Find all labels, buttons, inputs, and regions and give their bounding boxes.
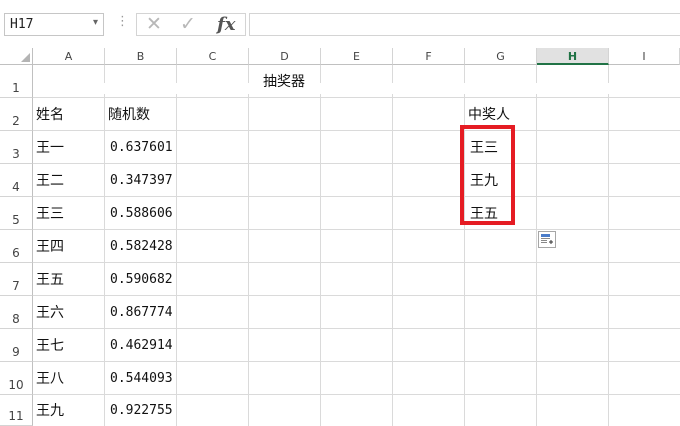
name-box-value: H17	[10, 17, 34, 32]
random-cell[interactable]: 0.582428	[110, 238, 173, 256]
paste-options-glyph	[541, 234, 553, 244]
row-header-7[interactable]: 7	[0, 263, 33, 296]
row-header-8[interactable]: 8	[0, 296, 33, 329]
gridline	[464, 65, 465, 426]
gridline	[104, 65, 105, 426]
column-header-d[interactable]: D	[249, 48, 321, 65]
gridline	[536, 65, 537, 426]
random-cell[interactable]: 0.637601	[110, 139, 173, 157]
gridline	[33, 163, 680, 164]
merged-title-area[interactable]	[34, 83, 680, 94]
column-header-b[interactable]: B	[105, 48, 177, 65]
random-cell[interactable]: 0.544093	[110, 370, 173, 388]
name-cell[interactable]: 王五	[36, 271, 64, 289]
formula-input[interactable]	[249, 13, 680, 36]
row-number: 11	[8, 409, 24, 423]
vertical-dots-icon: ⋮	[116, 14, 129, 29]
paste-options-icon[interactable]	[538, 231, 556, 248]
name-cell[interactable]: 王一	[36, 139, 64, 157]
gridline	[33, 295, 680, 296]
random-cell[interactable]: 0.590682	[110, 271, 173, 289]
enter-icon[interactable]: ✓	[180, 14, 196, 35]
select-all-corner[interactable]	[0, 48, 33, 65]
select-all-icon	[21, 53, 30, 62]
row-header-1[interactable]: 1	[0, 65, 33, 98]
header-winner-cell[interactable]: 中奖人	[468, 106, 510, 124]
gridline	[608, 65, 609, 426]
row-header-3[interactable]: 3	[0, 131, 33, 164]
gridline	[176, 65, 177, 426]
row-header-4[interactable]: 4	[0, 164, 33, 197]
row-number: 2	[12, 114, 20, 128]
name-cell[interactable]: 王九	[36, 402, 64, 420]
row-header-6[interactable]: 6	[0, 230, 33, 263]
gridline	[320, 65, 321, 426]
gridline	[33, 328, 680, 329]
column-header-f[interactable]: F	[393, 48, 465, 65]
gridline	[33, 97, 680, 98]
row-number: 5	[12, 213, 20, 227]
row-number: 1	[12, 81, 20, 95]
name-cell[interactable]: 王四	[36, 238, 64, 256]
random-cell[interactable]: 0.867774	[110, 304, 173, 322]
row-header-2[interactable]: 2	[0, 98, 33, 131]
gridline	[33, 262, 680, 263]
column-header-h[interactable]: H	[537, 48, 609, 65]
column-header-a[interactable]: A	[33, 48, 105, 65]
row-number: 4	[12, 180, 20, 194]
column-header-i[interactable]: I	[609, 48, 680, 65]
random-cell[interactable]: 0.922755	[110, 402, 173, 420]
header-random-cell[interactable]: 随机数	[108, 106, 150, 124]
gridline	[392, 65, 393, 426]
winners-highlight-box	[460, 125, 515, 225]
formula-buttons: ✕ ✓ fx	[136, 13, 246, 36]
name-cell[interactable]: 王八	[36, 370, 64, 388]
row-header-11[interactable]: 11	[0, 395, 33, 426]
row-number: 10	[8, 378, 24, 392]
name-box[interactable]: H17 ▾	[4, 13, 104, 36]
gridline	[33, 229, 680, 230]
random-cell[interactable]: 0.462914	[110, 337, 173, 355]
name-cell[interactable]: 王六	[36, 304, 64, 322]
column-header-c[interactable]: C	[177, 48, 249, 65]
gridline	[33, 130, 680, 131]
row-number: 6	[12, 246, 20, 260]
gridline	[248, 65, 249, 426]
chevron-down-icon[interactable]: ▾	[93, 17, 98, 28]
random-cell[interactable]: 0.588606	[110, 205, 173, 223]
name-cell[interactable]: 王七	[36, 337, 64, 355]
spreadsheet-grid: A B C D E F G H I 1 2 3 4 5 6 7 8 9 10 1…	[0, 48, 680, 426]
row-number: 7	[12, 279, 20, 293]
name-cell[interactable]: 王二	[36, 172, 64, 190]
row-header-10[interactable]: 10	[0, 362, 33, 395]
header-name-cell[interactable]: 姓名	[36, 106, 64, 124]
row-header-9[interactable]: 9	[0, 329, 33, 362]
row-header-5[interactable]: 5	[0, 197, 33, 230]
cancel-icon[interactable]: ✕	[146, 14, 162, 35]
gridline	[33, 361, 680, 362]
column-header-e[interactable]: E	[321, 48, 393, 65]
sheet-title: 抽奖器	[263, 74, 305, 90]
row-number: 9	[12, 345, 20, 359]
gridline	[33, 394, 680, 395]
gridline	[33, 196, 680, 197]
insert-function-icon[interactable]: fx	[217, 14, 235, 35]
name-cell[interactable]: 王三	[36, 205, 64, 223]
row-number: 8	[12, 312, 20, 326]
random-cell[interactable]: 0.347397	[110, 172, 173, 190]
formula-bar: H17 ▾ ⋮ ✕ ✓ fx	[0, 0, 680, 50]
column-header-g[interactable]: G	[465, 48, 537, 65]
row-number: 3	[12, 147, 20, 161]
